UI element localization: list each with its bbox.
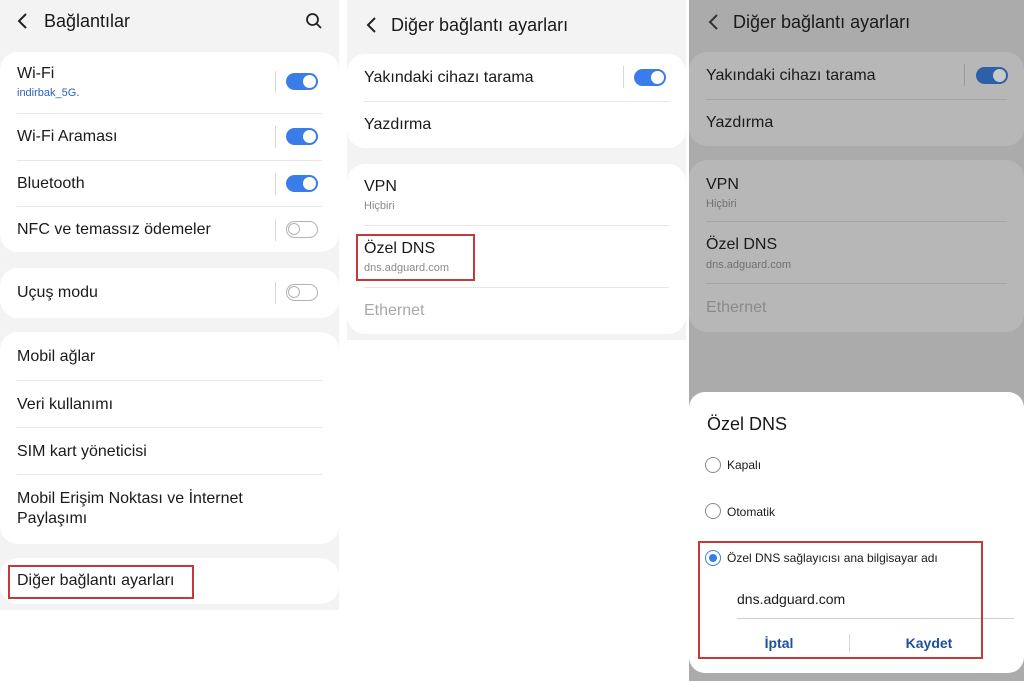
mobile-networks-label: Mobil ağlar <box>17 348 96 365</box>
back-arrow-icon[interactable] <box>16 11 30 31</box>
private-dns-label: Özel DNS <box>706 236 778 253</box>
back-arrow-icon[interactable] <box>365 15 379 35</box>
divider <box>275 219 276 241</box>
sim-manager-label: SIM kart yöneticisi <box>17 443 147 460</box>
connections-header: Bağlantılar <box>0 0 339 44</box>
ethernet-label: Ethernet <box>364 302 425 319</box>
connectivity-card: Wi-Fi indirbak_5G. Wi-Fi Araması Bluetoo… <box>0 52 339 252</box>
bluetooth-label: Bluetooth <box>17 175 85 192</box>
wifi-calling-toggle[interactable] <box>286 128 318 145</box>
back-arrow-icon[interactable] <box>707 12 721 32</box>
nfc-label: NFC ve temassız ödemeler <box>17 221 211 238</box>
wifi-calling-label: Wi-Fi Araması <box>17 128 118 145</box>
more-settings-header: Diğer bağlantı ayarları <box>689 0 1024 44</box>
wifi-toggle[interactable] <box>286 73 318 90</box>
vpn-row[interactable]: VPN Hiçbiri <box>706 160 1007 221</box>
printing-row[interactable]: Yazdırma <box>364 102 669 148</box>
nearby-scan-row[interactable]: Yakındaki cihazı tarama <box>364 54 669 101</box>
divider <box>275 173 276 195</box>
nearby-scan-label: Yakındaki cihazı tarama <box>706 67 876 84</box>
airplane-mode-label: Uçuş modu <box>17 284 98 301</box>
ethernet-row: Ethernet <box>706 284 1007 330</box>
wifi-network-name: indirbak_5G. <box>17 87 80 99</box>
wifi-calling-row[interactable]: Wi-Fi Araması <box>17 114 322 160</box>
nearby-scan-toggle[interactable] <box>634 69 666 86</box>
nearby-scan-row[interactable]: Yakındaki cihazı tarama <box>706 52 1008 99</box>
highlight-box <box>356 234 475 281</box>
wifi-row[interactable]: Wi-Fi indirbak_5G. <box>17 52 322 112</box>
more-connection-settings-screen: Diğer bağlantı ayarları Yakındaki cihazı… <box>347 0 686 340</box>
more-settings-header: Diğer bağlantı ayarları <box>347 0 686 44</box>
printing-label: Yazdırma <box>706 114 774 131</box>
vpn-dns-card: VPN Hiçbiri Özel DNS dns.adguard.com Eth… <box>689 160 1024 332</box>
nfc-row[interactable]: NFC ve temassız ödemeler <box>17 207 322 252</box>
option-automatic-label[interactable]: Otomatik <box>727 505 775 519</box>
highlight-box <box>698 541 983 659</box>
private-dns-value: dns.adguard.com <box>706 259 791 271</box>
radio-off[interactable] <box>705 457 721 473</box>
vpn-value: Hiçbiri <box>364 200 395 212</box>
ethernet-row: Ethernet <box>364 288 669 334</box>
search-icon[interactable] <box>305 12 323 30</box>
scan-print-card: Yakındaki cihazı tarama Yazdırma <box>347 54 686 148</box>
nearby-scan-toggle[interactable] <box>976 67 1008 84</box>
divider <box>623 66 624 88</box>
vpn-row[interactable]: VPN Hiçbiri <box>364 164 669 225</box>
private-dns-dialog-screen: Diğer bağlantı ayarları Yakındaki cihazı… <box>689 0 1024 681</box>
hotspot-label-line2: Paylaşımı <box>17 510 88 527</box>
bluetooth-row[interactable]: Bluetooth <box>17 161 322 207</box>
nfc-toggle[interactable] <box>286 221 318 238</box>
printing-label: Yazdırma <box>364 116 432 133</box>
dialog-title: Özel DNS <box>707 414 788 434</box>
mobile-networks-row[interactable]: Mobil ağlar <box>17 332 322 379</box>
nearby-scan-label: Yakındaki cihazı tarama <box>364 69 534 86</box>
sim-manager-row[interactable]: SIM kart yöneticisi <box>17 428 322 474</box>
scan-print-card: Yakındaki cihazı tarama Yazdırma <box>689 52 1024 146</box>
divider <box>964 64 965 86</box>
printing-row[interactable]: Yazdırma <box>706 100 1007 146</box>
option-off-label[interactable]: Kapalı <box>727 458 761 472</box>
hotspot-row[interactable]: Mobil Erişim Noktası ve İnternet Paylaşı… <box>17 475 322 544</box>
connections-screen: Bağlantılar Wi-Fi indirbak_5G. Wi-Fi Ara… <box>0 0 339 610</box>
network-card: Mobil ağlar Veri kullanımı SIM kart yöne… <box>0 332 339 544</box>
ethernet-label: Ethernet <box>706 299 767 316</box>
wifi-label: Wi-Fi <box>17 65 55 82</box>
vpn-label: VPN <box>706 176 739 193</box>
radio-automatic[interactable] <box>705 503 721 519</box>
hotspot-label-line1: Mobil Erişim Noktası ve İnternet <box>17 490 243 507</box>
data-usage-row[interactable]: Veri kullanımı <box>17 381 322 427</box>
divider <box>275 71 276 93</box>
airplane-mode-toggle[interactable] <box>286 284 318 301</box>
page-title: Diğer bağlantı ayarları <box>391 15 569 35</box>
airplane-card: Uçuş modu <box>0 268 339 318</box>
vpn-value: Hiçbiri <box>706 198 737 210</box>
highlight-box <box>8 565 194 599</box>
airplane-mode-row[interactable]: Uçuş modu <box>17 268 322 318</box>
divider <box>275 282 276 304</box>
page-title: Diğer bağlantı ayarları <box>733 12 911 32</box>
data-usage-label: Veri kullanımı <box>17 396 114 413</box>
vpn-label: VPN <box>364 178 397 195</box>
divider <box>275 126 276 148</box>
private-dns-row[interactable]: Özel DNS dns.adguard.com <box>706 222 1007 283</box>
page-title: Bağlantılar <box>44 11 131 31</box>
bluetooth-toggle[interactable] <box>286 175 318 192</box>
